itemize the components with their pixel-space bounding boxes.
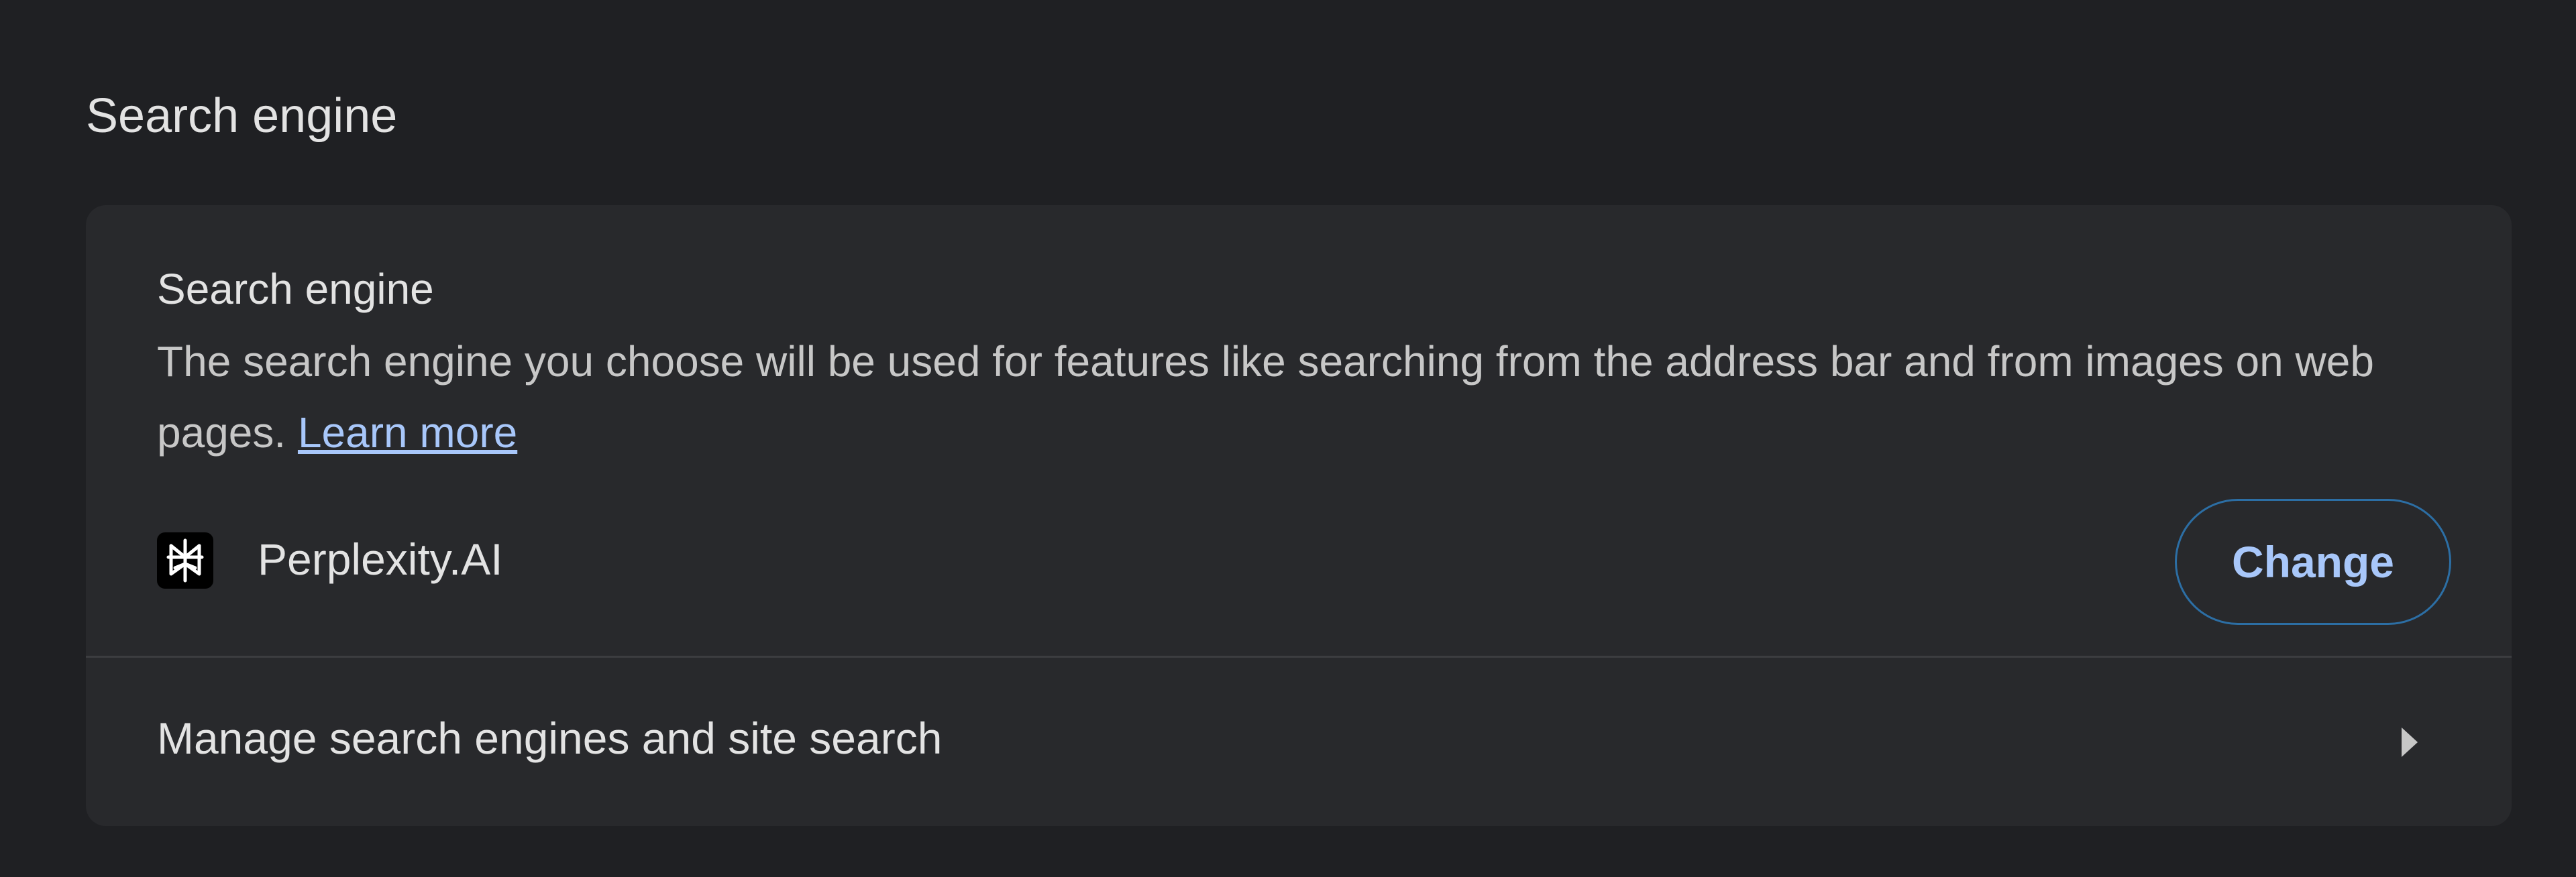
current-search-engine-row: Perplexity.AI Change <box>157 493 2451 625</box>
search-engine-card: Search engine The search engine you choo… <box>86 205 2512 826</box>
change-search-engine-button[interactable]: Change <box>2175 499 2451 625</box>
perplexity-logo-icon <box>157 532 213 589</box>
chevron-right-icon <box>2402 727 2418 757</box>
current-engine-name: Perplexity.AI <box>258 534 503 584</box>
search-engine-title: Search engine <box>157 265 434 313</box>
learn-more-link[interactable]: Learn more <box>298 408 517 457</box>
manage-search-engines-label: Manage search engines and site search <box>157 713 943 763</box>
settings-page: Search engine Search engine The search e… <box>0 0 2576 877</box>
manage-search-engines-row[interactable]: Manage search engines and site search <box>86 658 2512 826</box>
section-title: Search engine <box>86 89 398 143</box>
search-engine-description: The search engine you choose will be use… <box>157 326 2465 468</box>
